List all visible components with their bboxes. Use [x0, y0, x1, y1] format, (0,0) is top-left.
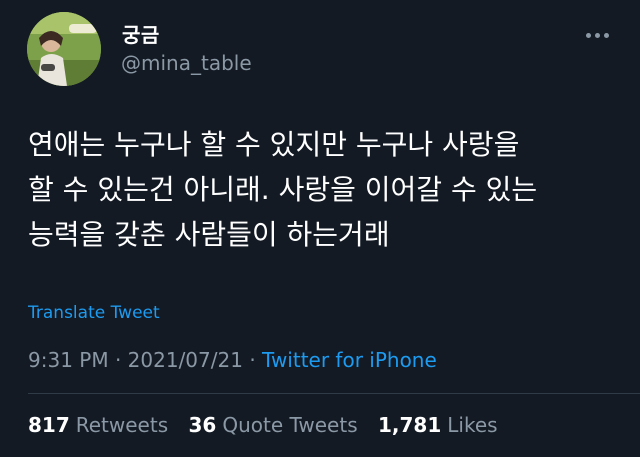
likes-count: 1,781: [377, 413, 442, 437]
avatar[interactable]: [27, 12, 101, 86]
tweet-source[interactable]: Twitter for iPhone: [262, 348, 437, 372]
dot: [585, 32, 591, 38]
author-handle[interactable]: @mina_table: [121, 51, 252, 75]
retweets-stat[interactable]: 817 Retweets: [28, 413, 168, 437]
translate-tweet-link[interactable]: Translate Tweet: [28, 303, 160, 323]
retweets-label: Retweets: [75, 413, 169, 437]
tweet-text: 연애는 누구나 할 수 있지만 누구나 사랑을 할 수 있는건 아니래. 사랑을…: [28, 128, 538, 251]
quote-tweets-stat[interactable]: 36 Quote Tweets: [188, 413, 357, 437]
likes-label: Likes: [447, 413, 498, 437]
dot: [594, 32, 600, 38]
tweet-time[interactable]: 9:31 PM: [28, 348, 109, 372]
quotes-label: Quote Tweets: [222, 413, 358, 437]
tweet-meta: 9:31 PM · 2021/07/21 · Twitter for iPhon…: [28, 348, 437, 372]
tweet-date[interactable]: 2021/07/21: [128, 348, 243, 372]
author-display-name[interactable]: 궁금: [122, 19, 160, 48]
more-dots-icon[interactable]: [580, 20, 614, 50]
tweet-detail: 궁금 @mina_table 연애는 누구나 할 수 있지만 누구나 사랑을 할…: [0, 0, 640, 457]
meta-separator: ·: [249, 348, 256, 372]
avatar-image: [27, 12, 101, 86]
likes-stat[interactable]: 1,781 Likes: [378, 413, 498, 437]
tweet-stats: 817 Retweets 36 Quote Tweets 1,781 Likes: [28, 413, 512, 437]
meta-separator: ·: [114, 348, 122, 372]
dot: [603, 32, 609, 38]
divider: [28, 393, 640, 394]
retweets-count: 817: [28, 413, 70, 437]
quotes-count: 36: [188, 413, 217, 437]
